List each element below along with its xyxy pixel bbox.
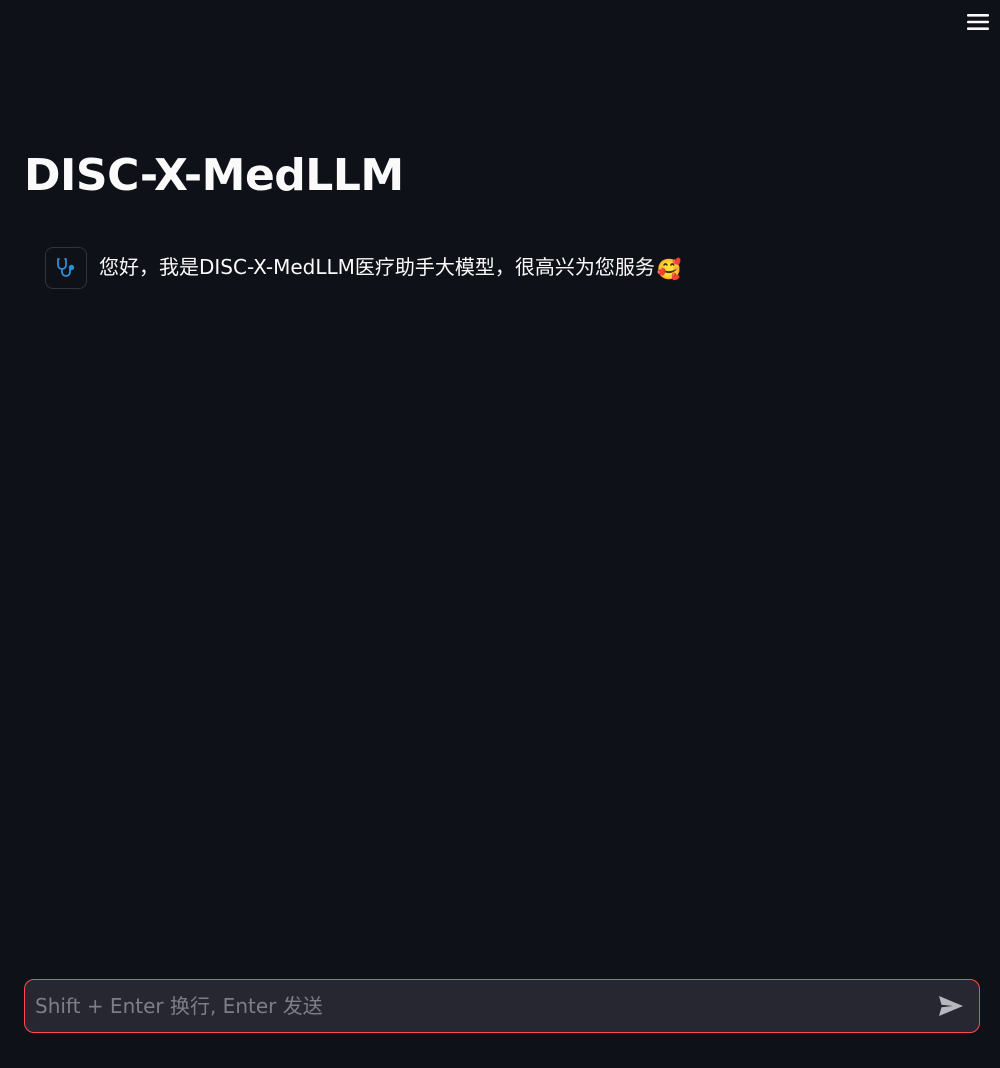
chat-input[interactable] <box>25 980 923 1032</box>
app-root: DISC-X-MedLLM 您好，我是DISC-X-MedLLM医疗助手大模型，… <box>0 0 1000 1068</box>
main-menu-button[interactable] <box>964 8 992 36</box>
smiling-face-with-hearts-emoji: 🥰 <box>656 256 682 281</box>
stethoscope-icon <box>57 258 75 277</box>
chat-message-assistant: 您好，我是DISC-X-MedLLM医疗助手大模型，很高兴为您服务 🥰 <box>45 247 682 289</box>
page-title: DISC-X-MedLLM <box>24 150 404 201</box>
assistant-message-text: 您好，我是DISC-X-MedLLM医疗助手大模型，很高兴为您服务 🥰 <box>99 252 682 284</box>
hamburger-menu-icon <box>967 14 989 30</box>
send-button[interactable] <box>923 980 979 1032</box>
assistant-avatar <box>45 247 87 289</box>
message-body: 您好，我是DISC-X-MedLLM医疗助手大模型，很高兴为您服务 <box>99 255 655 280</box>
send-icon <box>939 996 963 1016</box>
chat-input-container <box>24 979 980 1033</box>
